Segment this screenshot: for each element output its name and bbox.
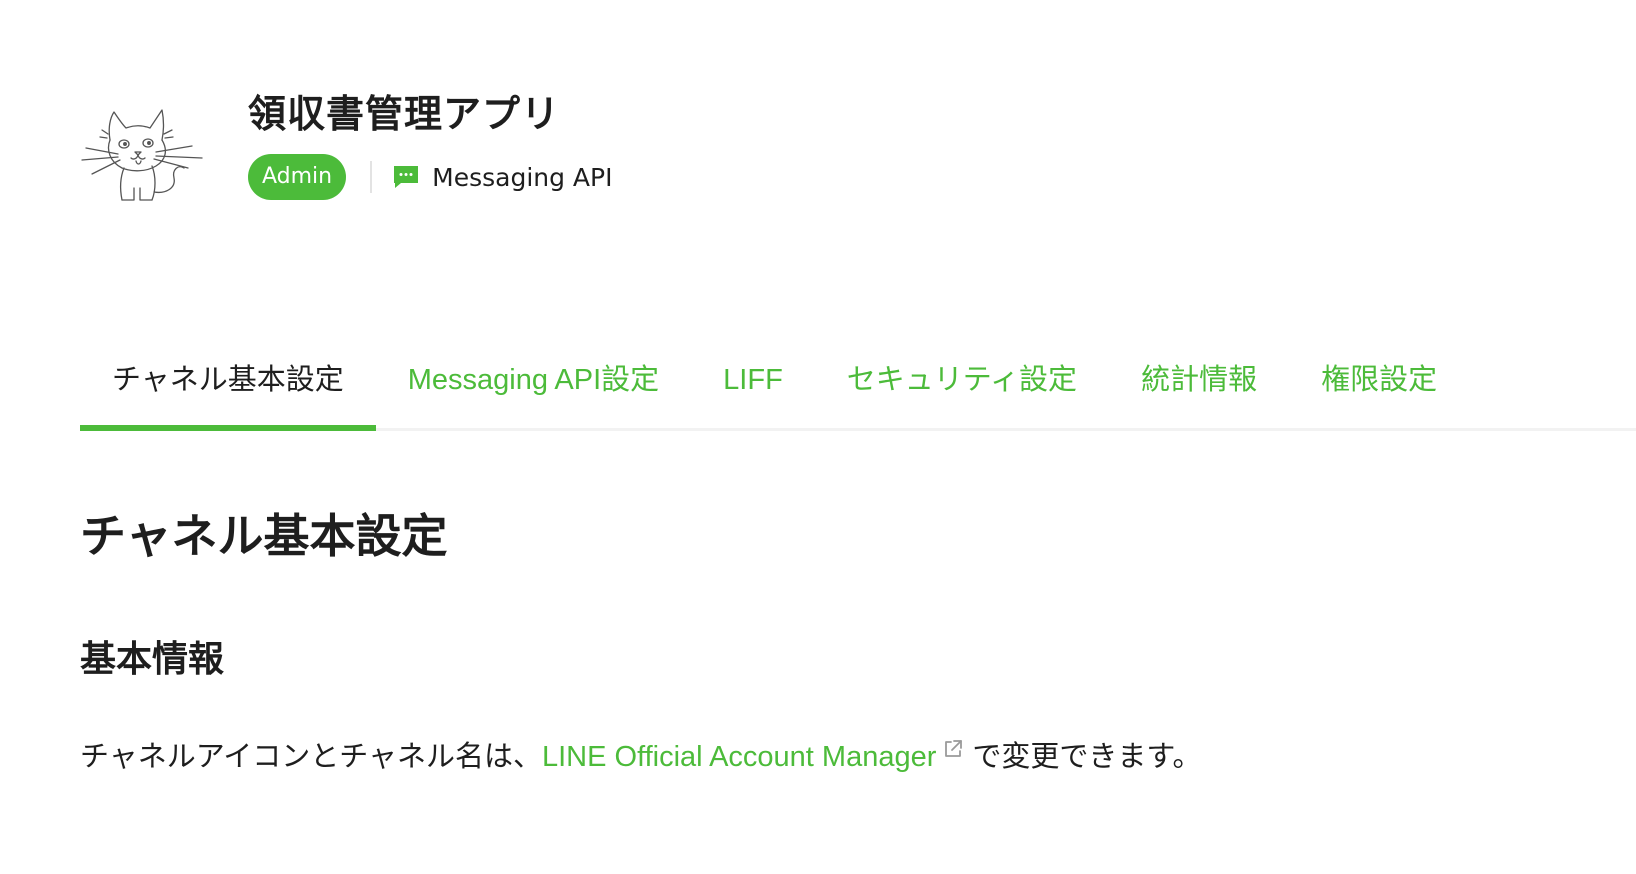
chat-bubble-icon	[394, 166, 419, 188]
channel-avatar-icon	[81, 109, 203, 201]
subsection-title: 基本情報	[80, 639, 225, 680]
page: 領収書管理アプリ Admin Messaging API チャネル基本設定 Me…	[0, 0, 1636, 874]
tab-permission-settings[interactable]: 権限設定	[1289, 352, 1469, 425]
basic-info-description: チャネルアイコンとチャネル名は、LINE Official Account Ma…	[80, 737, 1201, 777]
tab-messaging-api-settings[interactable]: Messaging API設定	[376, 352, 691, 425]
official-account-manager-link[interactable]: LINE Official Account Manager	[542, 741, 936, 773]
info-suffix: で変更できます。	[972, 741, 1202, 773]
tab-statistics[interactable]: 統計情報	[1109, 352, 1289, 425]
role-badge: Admin	[248, 154, 347, 200]
channel-header: 領収書管理アプリ Admin Messaging API	[80, 92, 612, 204]
tag-divider	[370, 161, 373, 193]
tab-liff[interactable]: LIFF	[691, 352, 815, 425]
channel-meta: 領収書管理アプリ Admin Messaging API	[248, 92, 612, 200]
external-link-icon[interactable]	[942, 738, 964, 760]
info-prefix: チャネルアイコンとチャネル名は、	[80, 741, 542, 773]
channel-name: 領収書管理アプリ	[248, 92, 561, 136]
section-title: チャネル基本設定	[80, 509, 448, 563]
settings-tabs: チャネル基本設定 Messaging API設定 LIFF セキュリティ設定 統…	[80, 352, 1636, 431]
channel-tags: Admin Messaging API	[248, 154, 612, 200]
channel-type: Messaging API	[392, 163, 612, 192]
tab-security-settings[interactable]: セキュリティ設定	[815, 352, 1109, 425]
tab-channel-basic-settings[interactable]: チャネル基本設定	[80, 352, 376, 431]
channel-type-label: Messaging API	[432, 162, 613, 192]
